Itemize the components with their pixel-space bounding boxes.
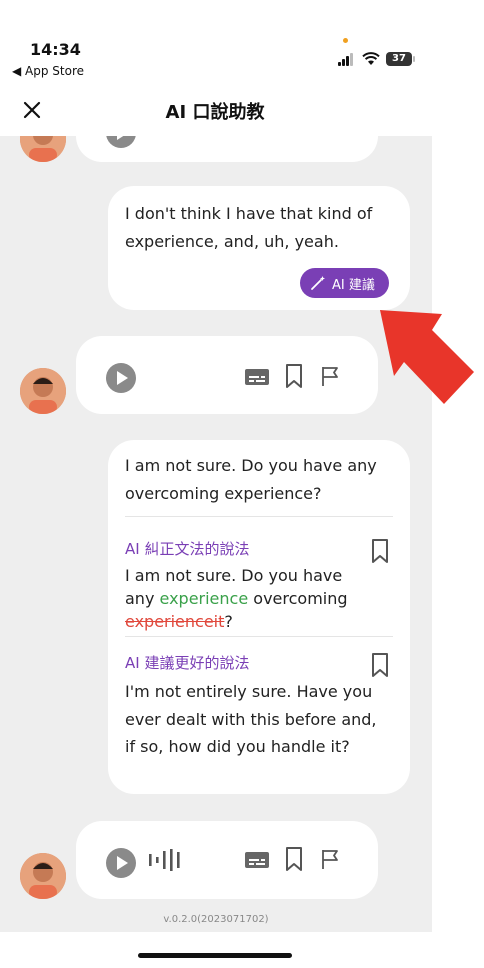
subtitle-icon[interactable]: [244, 368, 270, 386]
status-bar: 14:34 ◀ App Store 37: [0, 0, 484, 90]
grammar-end: ?: [224, 612, 233, 631]
bookmark-icon[interactable]: [284, 846, 304, 872]
user-message-bubble: I don't think I have that kind of experi…: [108, 186, 410, 310]
signal-icon: [338, 52, 354, 66]
play-button[interactable]: [106, 848, 136, 878]
battery-icon: 37: [386, 52, 412, 66]
status-icons: 37: [338, 52, 418, 68]
status-time: 14:34: [30, 40, 81, 59]
home-indicator: [138, 953, 292, 958]
ai-suggestion-button[interactable]: AI 建議: [300, 268, 389, 298]
grammar-any: any: [125, 589, 160, 608]
play-button[interactable]: [106, 363, 136, 393]
assistant-message-bubble: [76, 136, 378, 162]
avatar: [20, 368, 66, 414]
nav-bar: AI 口說助教: [0, 90, 484, 136]
grammar-correction-label: AI 糾正文法的說法: [125, 540, 250, 558]
divider: [125, 636, 393, 637]
grammar-correction-text: I am not sure. Do you have any experienc…: [125, 564, 365, 633]
magic-wand-icon: [311, 276, 325, 290]
bookmark-icon[interactable]: [370, 652, 390, 678]
back-to-app-store-link[interactable]: ◀ App Store: [12, 64, 84, 78]
inserted-word: experience: [159, 589, 249, 608]
deleted-word: experienceit: [125, 612, 225, 631]
assistant-audio-bubble: [76, 821, 378, 899]
avatar: [20, 136, 66, 162]
page-title: AI 口說助教: [165, 102, 265, 123]
better-phrasing-text: I'm not entirely sure. Have you ever dea…: [125, 682, 377, 756]
grammar-line-2: any experience overcoming: [125, 587, 365, 610]
play-button[interactable]: [106, 136, 136, 148]
ai-suggestion-label: AI 建議: [332, 277, 375, 293]
avatar: [20, 853, 66, 899]
wifi-icon: [362, 52, 380, 65]
grammar-line-3: experienceit?: [125, 610, 365, 633]
red-arrow-annotation: [380, 310, 474, 404]
subtitle-icon[interactable]: [244, 851, 270, 869]
bookmark-icon[interactable]: [284, 363, 304, 389]
flag-icon[interactable]: [320, 365, 340, 387]
divider: [125, 516, 393, 517]
better-phrasing-label: AI 建議更好的說法: [125, 654, 250, 672]
grammar-line-1: I am not sure. Do you have: [125, 566, 343, 585]
chat-area[interactable]: I don't think I have that kind of experi…: [0, 136, 432, 932]
version-label: v.0.2.0(2023071702): [163, 914, 269, 925]
camera-indicator-icon: [343, 38, 348, 43]
flag-icon[interactable]: [320, 848, 340, 870]
user-message-text: I don't think I have that kind of experi…: [125, 204, 373, 251]
suggestion-card: I am not sure. Do you have any overcomin…: [108, 440, 410, 794]
grammar-mid: overcoming: [248, 589, 348, 608]
original-sentence: I am not sure. Do you have any overcomin…: [125, 456, 377, 503]
waveform-icon: [149, 849, 180, 871]
bookmark-icon[interactable]: [370, 538, 390, 564]
battery-tip: [413, 56, 415, 62]
assistant-audio-bubble: [76, 336, 378, 414]
